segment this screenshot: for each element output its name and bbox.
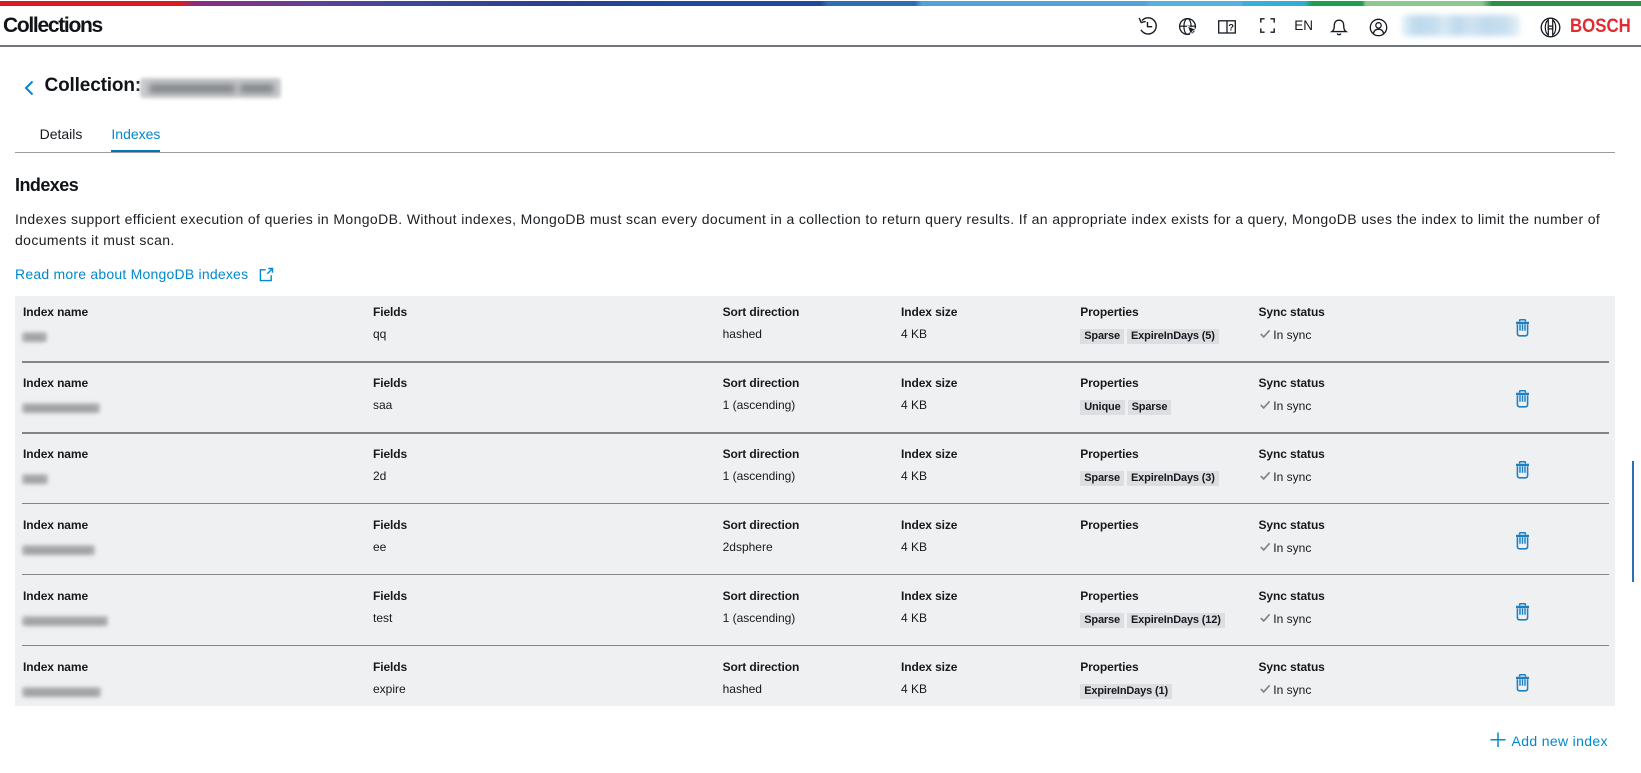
svg-text:?: ? <box>1228 22 1234 33</box>
